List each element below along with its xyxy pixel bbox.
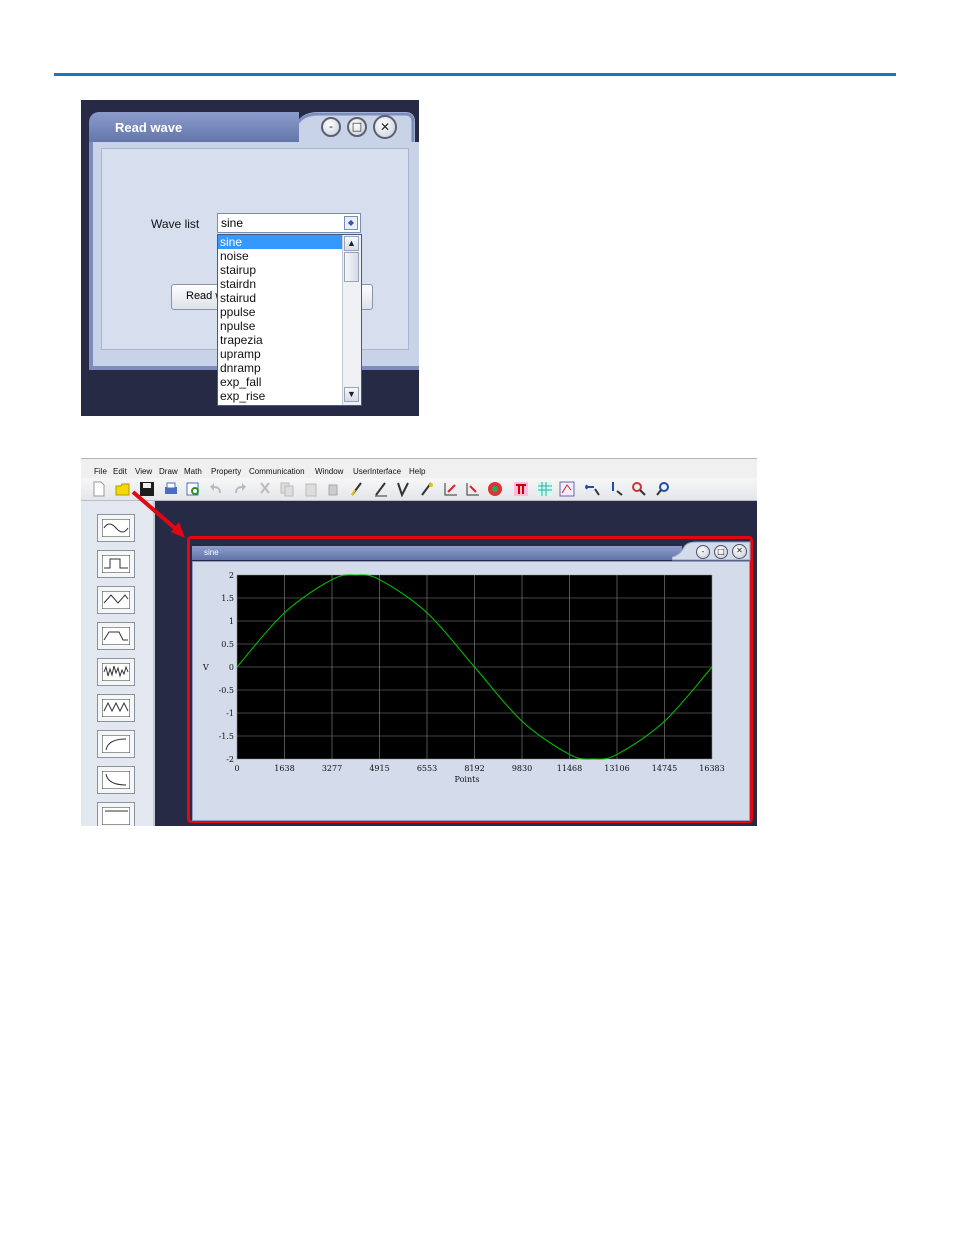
y-tick-label: 1.5	[221, 594, 234, 603]
wave-option-noise[interactable]: noise	[218, 249, 344, 263]
x-tick-label: 0	[234, 764, 239, 773]
y-tick-label: 0	[229, 663, 234, 672]
wave-list-select[interactable]: sine ◆	[217, 213, 361, 233]
wave-option-exp-fall[interactable]: exp_fall	[218, 375, 344, 389]
y-axis-label: V	[202, 663, 209, 672]
y-tick-label: 1	[229, 617, 234, 626]
y-tick-label: -2	[226, 755, 234, 764]
wave-list-selected: sine	[221, 216, 244, 230]
scroll-up-icon[interactable]: ▲	[344, 236, 359, 251]
wave-option-dnramp[interactable]: dnramp	[218, 361, 344, 375]
wave-option-exp-rise[interactable]: exp_rise	[218, 389, 344, 403]
sine-window-title: sine	[204, 548, 219, 557]
x-tick-label: 11468	[557, 764, 582, 773]
wave-option-npulse[interactable]: npulse	[218, 319, 344, 333]
wave-option-upramp[interactable]: upramp	[218, 347, 344, 361]
x-tick-label: 14745	[652, 764, 677, 773]
y-tick-label: -0.5	[219, 686, 234, 695]
wave-list-label: Wave list	[151, 217, 200, 231]
x-tick-label: 8192	[464, 764, 484, 773]
close-icon[interactable]: ✕	[373, 115, 397, 139]
list-scrollbar[interactable]: ▲ ▼	[342, 235, 361, 405]
wave-option-ppulse[interactable]: ppulse	[218, 305, 344, 319]
y-tick-label: 0.5	[221, 640, 234, 649]
x-axis-label: Points	[455, 775, 480, 784]
title-bar[interactable]: Read wave	[89, 112, 299, 146]
wave-option-stairdn[interactable]: stairdn	[218, 277, 344, 291]
sine-maximize-icon[interactable]: □	[714, 545, 728, 559]
x-tick-label: 1638	[274, 764, 294, 773]
sine-window-titlebar[interactable]: sine - □ ✕	[192, 541, 752, 563]
waveform-editor-screenshot: File Edit View Draw Math Property Commun…	[81, 458, 757, 826]
wave-option-stairup[interactable]: stairup	[218, 263, 344, 277]
y-tick-label: 2	[229, 571, 234, 580]
y-tick-label: -1	[226, 709, 234, 718]
x-tick-label: 4915	[369, 764, 389, 773]
x-tick-label: 13106	[604, 764, 629, 773]
wave-option-stairud[interactable]: stairud	[218, 291, 344, 305]
y-tick-label: -1.5	[219, 732, 234, 741]
minimize-icon[interactable]: -	[321, 117, 341, 137]
wave-option-sine[interactable]: sine	[218, 235, 344, 249]
sine-chart[interactable]: 0 1638 3277 4915 6553 8192 9830 11468 13106 14745…	[197, 565, 747, 795]
sine-minimize-icon[interactable]: -	[696, 545, 710, 559]
maximize-icon[interactable]: □	[347, 117, 367, 137]
window-title: Read wave	[115, 120, 183, 135]
dropdown-arrow-icon[interactable]: ◆	[344, 216, 358, 230]
x-tick-label: 6553	[417, 764, 437, 773]
scroll-thumb[interactable]	[344, 252, 359, 282]
x-tick-label: 9830	[512, 764, 532, 773]
x-tick-label: 16383	[699, 764, 724, 773]
read-wave-screenshot: Read wave - □ ✕ Wave list Read w sine ◆ …	[81, 100, 419, 416]
x-tick-label: 3277	[322, 764, 342, 773]
header-rule	[54, 73, 896, 76]
sine-close-icon[interactable]: ✕	[732, 544, 747, 559]
wave-option-trapezia[interactable]: trapezia	[218, 333, 344, 347]
wave-list-dropdown[interactable]: sine noise stairup stairdn stairud ppuls…	[217, 234, 362, 406]
scroll-down-icon[interactable]: ▼	[344, 387, 359, 402]
